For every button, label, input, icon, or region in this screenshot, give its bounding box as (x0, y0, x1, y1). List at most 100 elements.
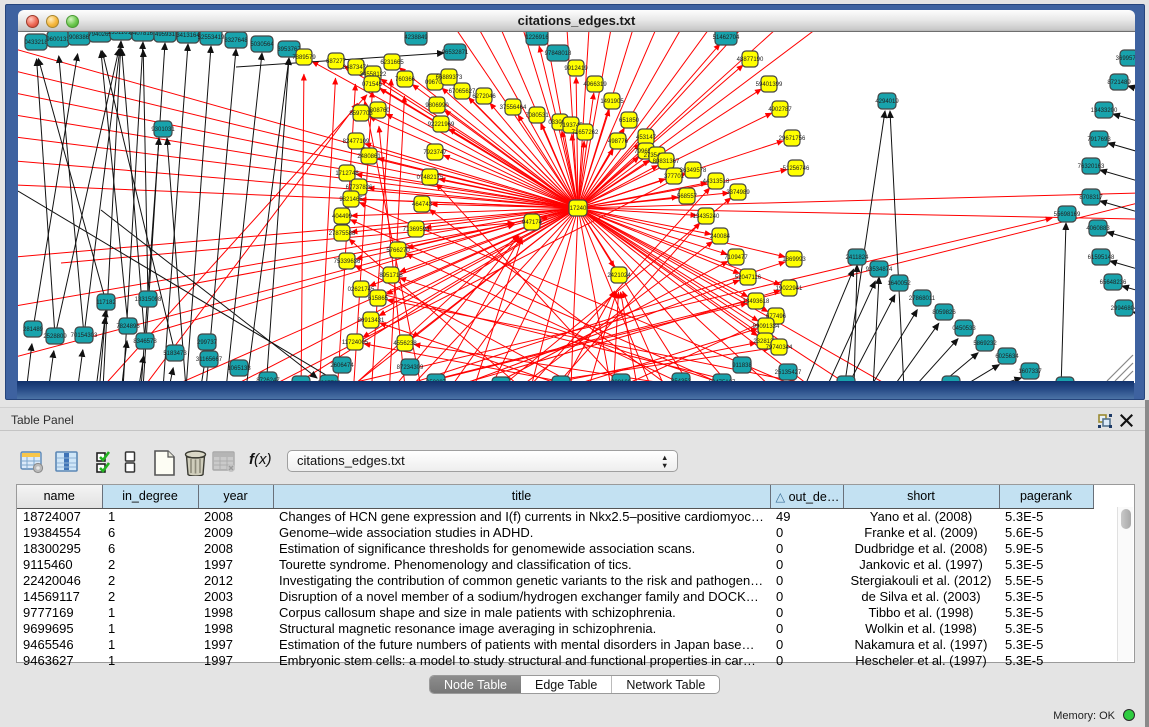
svg-text:48877190: 48877190 (737, 57, 764, 63)
svg-text:1065133: 1065133 (227, 366, 251, 372)
svg-text:1869993: 1869993 (782, 257, 806, 263)
svg-text:8951718: 8951718 (379, 273, 403, 279)
svg-text:5183473: 5183473 (163, 351, 187, 357)
svg-text:9912419: 9912419 (564, 66, 588, 72)
svg-text:4060883: 4060883 (1086, 226, 1110, 232)
svg-text:908386: 908386 (69, 35, 90, 41)
svg-text:27875588: 27875588 (329, 231, 356, 237)
svg-text:71369594: 71369594 (403, 227, 430, 233)
svg-text:75339636: 75339636 (334, 259, 361, 265)
svg-text:3374989: 3374989 (726, 190, 750, 196)
svg-text:495931: 495931 (155, 32, 176, 38)
svg-text:4294019: 4294019 (875, 99, 899, 105)
svg-text:29671756: 29671756 (779, 136, 806, 142)
svg-text:9301031: 9301031 (151, 127, 175, 133)
svg-text:82477109: 82477109 (343, 139, 370, 145)
svg-text:36349578: 36349578 (680, 168, 707, 174)
svg-text:7080531: 7080531 (525, 113, 549, 119)
svg-text:79740344: 79740344 (766, 345, 793, 351)
svg-text:5869232: 5869232 (973, 341, 997, 347)
svg-text:94078161: 94078161 (130, 32, 157, 37)
svg-text:9600133: 9600133 (46, 37, 70, 43)
svg-text:97848018: 97848018 (545, 51, 572, 57)
svg-text:1607337: 1607337 (1018, 369, 1042, 375)
svg-text:1640052: 1640052 (887, 281, 911, 287)
svg-text:453147: 453147 (636, 135, 657, 141)
svg-text:0433218: 0433218 (24, 40, 48, 46)
svg-text:55698169: 55698169 (1054, 212, 1081, 218)
svg-text:464743: 464743 (412, 202, 433, 208)
svg-text:07482175: 07482175 (417, 175, 444, 181)
svg-text:37556464: 37556464 (500, 105, 527, 111)
svg-text:2606474: 2606474 (330, 363, 354, 369)
svg-text:52553419: 52553419 (198, 35, 225, 41)
svg-text:6025634: 6025634 (995, 354, 1019, 360)
svg-text:651850: 651850 (619, 118, 640, 124)
svg-text:31165667: 31165667 (196, 357, 223, 363)
svg-text:61595148: 61595148 (1088, 255, 1115, 261)
svg-text:80831367: 80831367 (653, 159, 680, 165)
svg-text:51462704: 51462704 (713, 35, 740, 41)
svg-text:4556238: 4556238 (393, 341, 417, 347)
svg-text:76320163: 76320163 (1078, 164, 1105, 170)
svg-text:96532871: 96532871 (442, 50, 469, 56)
svg-text:80913431: 80913431 (358, 318, 385, 324)
svg-text:25135427: 25135427 (775, 370, 802, 376)
svg-text:2480861: 2480861 (357, 154, 381, 160)
svg-text:4238849: 4238849 (404, 35, 428, 41)
svg-text:9806990: 9806990 (425, 103, 449, 109)
svg-text:8346578: 8346578 (133, 339, 157, 345)
svg-text:6272046: 6272046 (472, 94, 496, 100)
svg-text:65648236: 65648236 (1100, 280, 1127, 286)
svg-text:92221969: 92221969 (428, 122, 455, 128)
svg-text:51256746: 51256746 (783, 166, 810, 172)
svg-text:498776: 498776 (608, 139, 629, 145)
svg-text:4902787: 4902787 (768, 107, 792, 113)
svg-text:568557: 568557 (677, 194, 698, 200)
svg-text:7824896: 7824896 (116, 324, 140, 330)
svg-text:1226916: 1226916 (525, 35, 549, 41)
svg-text:7917693: 7917693 (1087, 137, 1111, 143)
svg-text:947174: 947174 (522, 220, 543, 226)
svg-text:9821465: 9821465 (339, 197, 363, 203)
svg-text:1491905: 1491905 (600, 99, 624, 105)
svg-text:13433200: 13433200 (1091, 108, 1118, 114)
svg-text:70154303: 70154303 (71, 333, 98, 339)
svg-text:615865: 615865 (368, 296, 389, 302)
svg-text:4966319: 4966319 (583, 82, 607, 88)
svg-text:377701: 377701 (664, 174, 685, 180)
svg-text:071545: 071545 (362, 82, 383, 88)
svg-text:5766270: 5766270 (386, 248, 410, 254)
svg-text:36995777: 36995777 (1116, 56, 1135, 62)
svg-text:2411824: 2411824 (846, 255, 870, 261)
svg-text:99091334: 99091334 (753, 324, 780, 330)
svg-text:8327648: 8327648 (224, 38, 248, 44)
svg-text:911838: 911838 (732, 363, 752, 369)
svg-text:11724005: 11724005 (342, 340, 369, 346)
svg-text:8721489: 8721489 (1107, 80, 1131, 86)
svg-text:281489: 281489 (23, 327, 44, 333)
svg-text:13315098: 13315098 (135, 297, 162, 303)
svg-text:7923747: 7923747 (423, 150, 447, 156)
svg-text:404499: 404499 (332, 214, 353, 220)
svg-text:1712748: 1712748 (335, 171, 359, 177)
svg-text:13493618: 13493618 (743, 299, 770, 305)
svg-text:93534874: 93534874 (866, 267, 893, 273)
svg-text:67737826: 67737826 (346, 185, 373, 191)
svg-text:29946804: 29946804 (1111, 306, 1135, 312)
svg-text:7109477: 7109477 (724, 255, 748, 261)
svg-text:0450533: 0450533 (952, 326, 976, 332)
svg-text:760366: 760366 (395, 77, 416, 83)
svg-text:117182: 117182 (96, 300, 116, 306)
svg-text:7889579: 7889579 (292, 55, 316, 61)
svg-text:66889373: 66889373 (436, 75, 463, 81)
svg-text:44313518: 44313518 (703, 179, 730, 185)
svg-text:52047116: 52047116 (735, 275, 762, 281)
svg-text:19022941: 19022941 (776, 286, 803, 292)
svg-text:240084: 240084 (710, 234, 731, 240)
svg-text:2421024: 2421024 (607, 273, 631, 279)
svg-text:8708317: 8708317 (1079, 195, 1103, 201)
svg-text:5030564: 5030564 (250, 42, 274, 48)
svg-text:17240: 17240 (570, 206, 587, 212)
svg-text:87234309: 87234309 (397, 365, 424, 371)
